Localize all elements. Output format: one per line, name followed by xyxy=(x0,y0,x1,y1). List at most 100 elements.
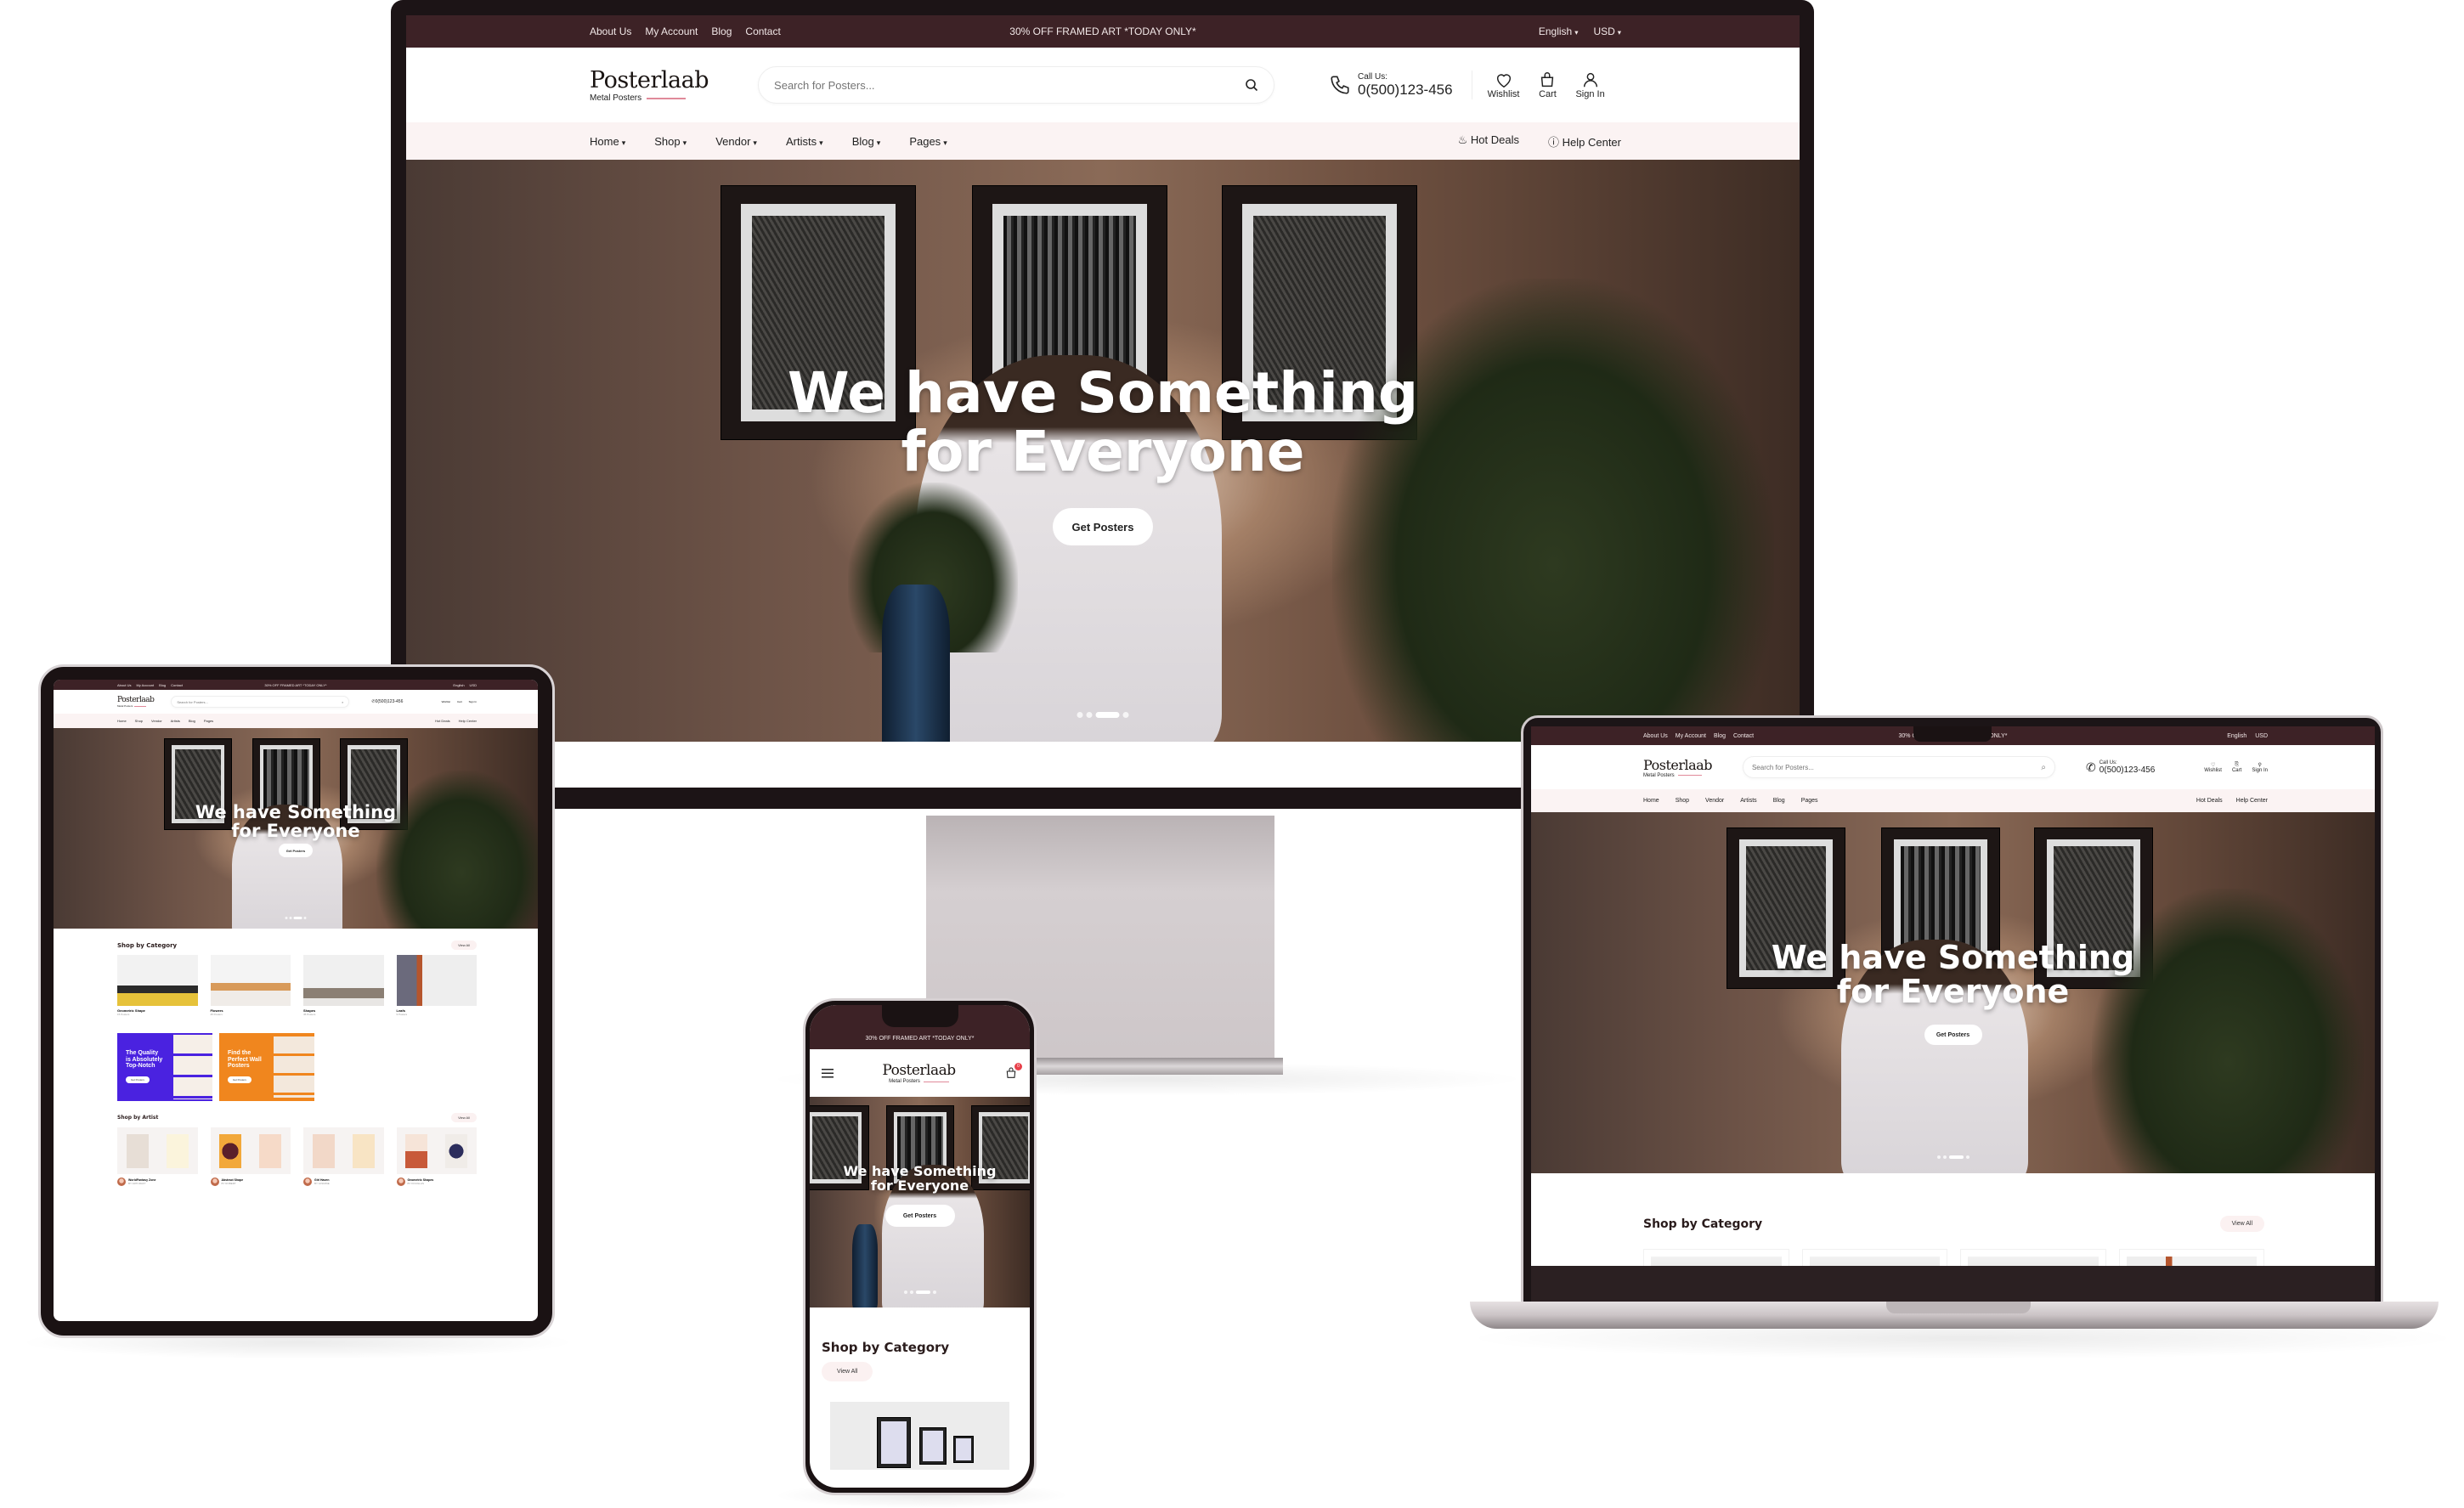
nav-blog[interactable]: Blog xyxy=(189,719,195,723)
nav-artists[interactable]: Artists xyxy=(171,719,180,723)
search-icon[interactable]: ⌕ xyxy=(2041,763,2046,772)
call-us[interactable]: ✆ Call Us: 0(500)123-456 xyxy=(2086,760,2155,775)
nav-home[interactable]: Home xyxy=(1643,798,1659,804)
call-us[interactable]: Call Us: 0(500)123-456 xyxy=(1329,72,1453,99)
topbar-link-account[interactable]: My Account xyxy=(1676,733,1706,739)
nav-home[interactable]: Home ▾ xyxy=(590,135,625,148)
nav-blog[interactable]: Blog ▾ xyxy=(852,135,881,148)
slider-dot-active[interactable] xyxy=(1948,1155,1964,1159)
search-icon[interactable]: ⌕ xyxy=(342,700,343,704)
cart-button[interactable]: 0 xyxy=(1004,1063,1022,1080)
nav-shop[interactable]: Shop ▾ xyxy=(654,135,687,148)
nav-pages[interactable]: Pages ▾ xyxy=(909,135,947,148)
hot-deals-link[interactable]: ♨ Hot Deals xyxy=(1458,133,1519,150)
nav-vendor[interactable]: Vendor ▾ xyxy=(715,135,757,148)
search-input[interactable] xyxy=(774,78,1246,92)
category-card[interactable] xyxy=(1960,1249,2106,1266)
get-posters-button[interactable]: Get Posters xyxy=(884,1205,955,1227)
promo-card-find[interactable]: Find the Perfect Wall Posters Get Posters xyxy=(219,1033,314,1101)
nav-blog[interactable]: Blog xyxy=(1773,798,1785,804)
view-all-button[interactable]: View All xyxy=(451,1113,477,1122)
sign-in-button[interactable]: ⚲ Sign In xyxy=(2252,762,2268,773)
language-select[interactable]: English ▾ xyxy=(1539,25,1579,37)
logo[interactable]: Posterlaab Metal Posters xyxy=(1643,757,1712,778)
currency-select[interactable]: USD xyxy=(2255,733,2268,739)
help-center-link[interactable]: Help Center xyxy=(459,719,477,723)
wishlist-button[interactable]: ♡ Wishlist xyxy=(2204,762,2222,773)
slider-dot[interactable] xyxy=(1122,712,1129,718)
category-card[interactable] xyxy=(830,1402,1009,1470)
wishlist-button[interactable]: Wishlist xyxy=(442,700,450,703)
slider-dot-active[interactable] xyxy=(293,917,302,919)
nav-artists[interactable]: Artists xyxy=(1740,798,1756,804)
slider-dot[interactable] xyxy=(1077,712,1083,718)
topbar-link-blog[interactable]: Blog xyxy=(1714,733,1726,739)
view-all-button[interactable]: View All xyxy=(2219,1216,2264,1232)
topbar-link-about[interactable]: About Us xyxy=(117,683,131,687)
promo-card-quality[interactable]: The Quality is Absolutely Top-Notch Get Po… xyxy=(117,1033,212,1101)
hamburger-menu-icon[interactable] xyxy=(822,1068,834,1078)
category-card[interactable]: Flowers 45 Posters xyxy=(210,955,291,1016)
help-center-link[interactable]: Help Center xyxy=(2236,798,2268,804)
nav-shop[interactable]: Shop xyxy=(1676,798,1689,804)
logo[interactable]: Posterlaab Metal Posters xyxy=(882,1062,956,1084)
slider-dot[interactable] xyxy=(909,1291,913,1294)
slider-dot-active[interactable] xyxy=(1095,712,1120,718)
view-all-button[interactable]: View All xyxy=(822,1362,873,1381)
sign-in-button[interactable]: Sign In xyxy=(469,700,477,703)
language-select[interactable]: English xyxy=(2227,733,2246,739)
artist-card[interactable]: Abstract Shape BY ROBERT xyxy=(210,1127,291,1186)
topbar-link-contact[interactable]: Contact xyxy=(171,683,183,687)
topbar-link-about[interactable]: About Us xyxy=(1643,733,1668,739)
search-input[interactable] xyxy=(1751,763,2042,771)
nav-vendor[interactable]: Vendor xyxy=(1705,798,1724,804)
view-all-button[interactable]: View All xyxy=(451,940,477,950)
topbar-link-contact[interactable]: Contact xyxy=(1733,733,1754,739)
category-card[interactable]: Leafs 9 Posters xyxy=(396,955,477,1016)
category-card[interactable] xyxy=(1643,1249,1789,1266)
get-posters-button[interactable]: Get Posters xyxy=(279,844,313,857)
category-card[interactable]: Geometric Shape 15 Posters xyxy=(117,955,198,1016)
promo-cta-button[interactable]: Get Posters xyxy=(228,1076,251,1084)
topbar-link-about[interactable]: About Us xyxy=(590,25,631,37)
artist-card[interactable]: WorldFantasy Zone BY ARTCRAFT xyxy=(117,1127,198,1186)
cart-button[interactable]: ⎘ Cart xyxy=(2232,762,2241,773)
slider-dot[interactable] xyxy=(1086,712,1093,718)
search-icon[interactable] xyxy=(1245,78,1258,92)
category-card[interactable] xyxy=(1801,1249,1947,1266)
logo[interactable]: Posterlaab Metal Posters xyxy=(590,67,709,103)
topbar-link-contact[interactable]: Contact xyxy=(745,25,780,37)
slider-dot-active[interactable] xyxy=(915,1291,930,1294)
category-card[interactable]: Shapes 45 Posters xyxy=(303,955,384,1016)
cart-button[interactable]: Cart xyxy=(1538,71,1557,99)
sign-in-button[interactable]: Sign In xyxy=(1575,71,1605,99)
language-select[interactable]: English xyxy=(453,683,464,687)
slider-dot[interactable] xyxy=(289,917,292,919)
promo-cta-button[interactable]: Get Posters xyxy=(126,1076,150,1084)
slider-dot[interactable] xyxy=(1942,1155,1947,1159)
nav-artists[interactable]: Artists ▾ xyxy=(786,135,823,148)
logo[interactable]: Posterlaab Metal Posters xyxy=(117,696,155,708)
hot-deals-link[interactable]: Hot Deals xyxy=(2196,798,2223,804)
slider-dot[interactable] xyxy=(903,1291,907,1294)
call-us[interactable]: ✆ 0(500)123-456 xyxy=(371,699,403,704)
artist-card[interactable]: Girl Haven BY JASMINE xyxy=(303,1127,384,1186)
topbar-link-blog[interactable]: Blog xyxy=(711,25,732,37)
cart-button[interactable]: Cart xyxy=(457,700,462,703)
search-input[interactable] xyxy=(177,699,342,704)
get-posters-button[interactable]: Get Posters xyxy=(1053,508,1153,545)
nav-pages[interactable]: Pages xyxy=(204,719,213,723)
artist-card[interactable]: Geometric Shapes BY DOUGLAS xyxy=(396,1127,477,1186)
nav-home[interactable]: Home xyxy=(117,719,127,723)
slider-dot[interactable] xyxy=(285,917,288,919)
topbar-link-blog[interactable]: Blog xyxy=(159,683,166,687)
slider-dot[interactable] xyxy=(932,1291,936,1294)
currency-select[interactable]: USD ▾ xyxy=(1593,25,1621,37)
nav-pages[interactable]: Pages xyxy=(1801,798,1818,804)
slider-dot[interactable] xyxy=(303,917,307,919)
category-card[interactable] xyxy=(2118,1249,2264,1266)
topbar-link-account[interactable]: My Account xyxy=(645,25,698,37)
topbar-link-account[interactable]: My Account xyxy=(136,683,154,687)
wishlist-button[interactable]: Wishlist xyxy=(1488,71,1519,99)
help-center-link[interactable]: ⓘ Help Center xyxy=(1548,133,1621,150)
